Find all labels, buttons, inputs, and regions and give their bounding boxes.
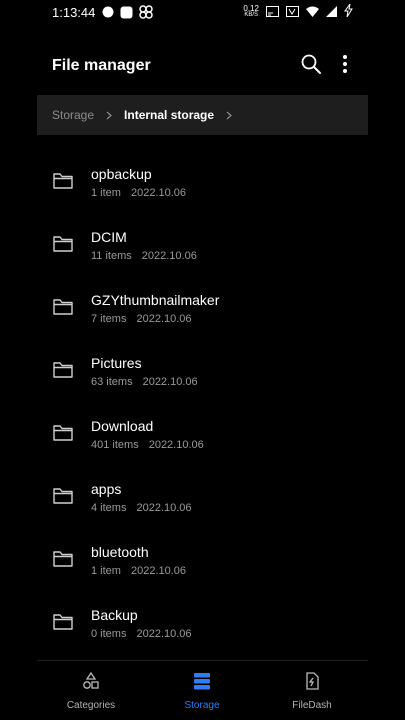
folder-name: GZYthumbnailmaker <box>91 292 220 308</box>
folder-meta: 63 items 2022.10.06 <box>91 376 198 388</box>
folder-name: opbackup <box>91 166 152 182</box>
folder-item-count: 1 item <box>91 187 121 199</box>
folder-item-count: 1 item <box>91 565 121 577</box>
categories-icon <box>81 671 101 695</box>
chevron-right-icon <box>106 108 112 123</box>
more-vertical-icon <box>342 54 348 79</box>
folder-meta: 0 items 2022.10.06 <box>91 628 192 640</box>
folder-item-count: 7 items <box>91 313 127 325</box>
folder-icon <box>53 424 73 446</box>
folder-name: apps <box>91 481 122 497</box>
folder-item-count: 63 items <box>91 376 133 388</box>
folder-date: 2022.10.06 <box>141 250 197 262</box>
folder-item-count: 4 items <box>91 502 127 514</box>
folder-name: Download <box>91 418 154 434</box>
wifi-icon <box>306 5 319 20</box>
charging-icon <box>344 3 353 20</box>
storage-icon <box>192 673 212 695</box>
nav-categories[interactable]: Categories <box>51 671 131 711</box>
notification-square-icon <box>120 6 133 22</box>
folder-meta: 1 item 2022.10.06 <box>91 187 186 199</box>
folder-icon <box>53 550 73 572</box>
folder-row[interactable]: apps 4 items 2022.10.06 <box>37 457 368 520</box>
net-speed-unit: KB/S <box>244 12 259 18</box>
folder-meta: 7 items 2022.10.06 <box>91 313 192 325</box>
folder-icon <box>53 172 73 194</box>
folder-meta: 4 items 2022.10.06 <box>91 502 192 514</box>
notification-circle-icon <box>102 6 114 21</box>
folder-row[interactable]: Download 401 items 2022.10.06 <box>37 394 368 457</box>
folder-date: 2022.10.06 <box>136 313 192 325</box>
folder-item-count: 0 items <box>91 628 127 640</box>
nav-label: Categories <box>66 700 116 711</box>
breadcrumb-storage[interactable]: Storage <box>52 108 94 122</box>
more-options-button[interactable] <box>331 52 359 80</box>
net-speed: 0.12 KB/S <box>243 5 259 19</box>
folder-icon <box>53 298 73 320</box>
folder-row[interactable]: Backup 0 items 2022.10.06 <box>37 583 368 646</box>
folder-icon <box>53 235 73 257</box>
folder-meta: 1 item 2022.10.06 <box>91 565 186 577</box>
nav-filedash[interactable]: FileDash <box>272 671 352 711</box>
status-time: 1:13:44 <box>52 5 96 20</box>
folder-name: Pictures <box>91 355 142 371</box>
folder-date: 2022.10.06 <box>130 187 187 199</box>
nav-label: FileDash <box>292 700 332 711</box>
bottom-navigation: Categories Storage FileDash <box>0 661 405 720</box>
nav-storage[interactable]: Storage <box>162 671 242 711</box>
folder-date: 2022.10.06 <box>136 502 192 514</box>
folder-date: 2022.10.06 <box>136 628 192 640</box>
folder-row[interactable]: opbackup 1 item 2022.10.06 <box>37 142 368 205</box>
folder-meta: 11 items 2022.10.06 <box>91 250 197 262</box>
search-button[interactable] <box>297 52 325 80</box>
breadcrumb-internal-storage[interactable]: Internal storage <box>124 108 214 122</box>
search-icon <box>300 53 322 80</box>
folder-date: 2022.10.06 <box>130 565 187 577</box>
breadcrumb: Storage Internal storage <box>37 95 368 135</box>
status-bar: 1:13:44 0.12 KB/S <box>0 0 405 26</box>
folder-icon <box>53 361 73 383</box>
folder-row[interactable]: GZYthumbnailmaker 7 items 2022.10.06 <box>37 268 368 331</box>
nav-label: Storage <box>184 700 220 711</box>
notification-app-icon <box>139 5 153 22</box>
folder-name: DCIM <box>91 229 127 245</box>
folder-list: opbackup 1 item 2022.10.06 DCIM 11 items 2022… <box>37 142 368 646</box>
folder-icon <box>53 613 73 635</box>
folder-row[interactable]: DCIM 11 items 2022.10.06 <box>37 205 368 268</box>
filedash-icon <box>302 672 322 695</box>
folder-date: 2022.10.06 <box>148 439 204 451</box>
folder-row[interactable]: bluetooth 1 item 2022.10.06 <box>37 520 368 583</box>
folder-meta: 401 items 2022.10.06 <box>91 439 204 451</box>
folder-icon <box>53 487 73 509</box>
app-header: File manager <box>0 48 405 84</box>
volte-icon <box>286 5 299 20</box>
folder-item-count: 401 items <box>91 439 139 451</box>
page-title: File manager <box>52 57 151 74</box>
folder-item-count: 11 items <box>91 250 132 262</box>
folder-name: Backup <box>91 607 138 623</box>
folder-date: 2022.10.06 <box>142 376 198 388</box>
chevron-right-icon <box>226 108 232 123</box>
signal-icon <box>326 5 337 20</box>
folder-row[interactable]: Pictures 63 items 2022.10.06 <box>37 331 368 394</box>
folder-name: bluetooth <box>91 544 149 560</box>
cast-icon <box>266 5 279 20</box>
